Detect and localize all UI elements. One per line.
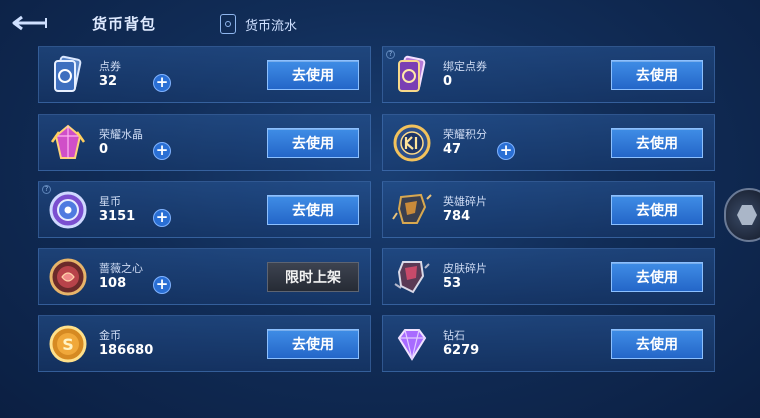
currency-card-diamond: 钻石 6279 去使用 xyxy=(382,315,715,372)
currency-card-star-coin: ? 星币 3151 + 去使用 xyxy=(38,181,371,238)
currency-card-gold-coin: S 金币 186680 去使用 xyxy=(38,315,371,372)
use-button[interactable]: 去使用 xyxy=(267,195,359,225)
use-button[interactable]: 去使用 xyxy=(267,60,359,90)
currency-amount: 0 xyxy=(443,74,453,89)
hero-fragment-icon xyxy=(391,189,433,231)
currency-amount: 0 xyxy=(99,142,109,157)
currency-amount: 784 xyxy=(443,209,471,224)
currency-amount: 6279 xyxy=(443,343,480,358)
back-button[interactable] xyxy=(12,12,52,34)
svg-text:S: S xyxy=(62,335,74,354)
currency-name: 点券 xyxy=(99,60,121,73)
use-button[interactable]: 去使用 xyxy=(267,128,359,158)
use-button[interactable]: 去使用 xyxy=(611,329,703,359)
add-voucher-button[interactable]: + xyxy=(153,74,171,92)
use-button[interactable]: 去使用 xyxy=(611,262,703,292)
hexagon-icon xyxy=(737,205,757,225)
bound-voucher-icon xyxy=(391,54,433,96)
currency-card-glory-points: 荣耀积分 47 + 去使用 xyxy=(382,114,715,171)
glory-crystal-icon xyxy=(47,122,89,164)
currency-amount: 108 xyxy=(99,276,127,291)
use-button[interactable]: 去使用 xyxy=(611,60,703,90)
currency-amount: 53 xyxy=(443,276,462,291)
currency-name: 钻石 xyxy=(443,329,465,342)
currency-name: 英雄碎片 xyxy=(443,195,487,208)
currency-card-glory-crystal: 荣耀水晶 0 + 去使用 xyxy=(38,114,371,171)
gold-coin-icon: S xyxy=(47,323,89,365)
currency-name: 荣耀水晶 xyxy=(99,128,143,141)
skin-fragment-icon xyxy=(391,256,433,298)
limited-time-button: 限时上架 xyxy=(267,262,359,292)
currency-amount: 32 xyxy=(99,74,118,89)
currency-name: 荣耀积分 xyxy=(443,128,487,141)
currency-ledger-link[interactable]: 货币流水 xyxy=(220,12,297,36)
currency-name: 绑定点券 xyxy=(443,60,487,73)
currency-card-hero-fragment: 英雄碎片 784 去使用 xyxy=(382,181,715,238)
rose-heart-icon xyxy=(47,256,89,298)
add-star-coin-button[interactable]: + xyxy=(153,209,171,227)
use-button[interactable]: 去使用 xyxy=(611,195,703,225)
currency-name: 皮肤碎片 xyxy=(443,262,487,275)
currency-card-skin-fragment: 皮肤碎片 53 去使用 xyxy=(382,248,715,305)
page-title: 货币背包 xyxy=(92,15,157,33)
currency-card-rose-heart: 蔷薇之心 108 + 限时上架 xyxy=(38,248,371,305)
currency-name: 星币 xyxy=(99,195,121,208)
currency-amount: 3151 xyxy=(99,209,136,224)
currency-amount: 47 xyxy=(443,142,462,157)
currency-name: 蔷薇之心 xyxy=(99,262,143,275)
diamond-icon xyxy=(391,323,433,365)
voucher-icon xyxy=(47,54,89,96)
currency-card-voucher: 点券 32 + 去使用 xyxy=(38,46,371,103)
star-coin-icon xyxy=(47,189,89,231)
currency-card-bound-voucher: ? 绑定点券 0 去使用 xyxy=(382,46,715,103)
top-bar: 货币背包 货币流水 xyxy=(0,0,760,44)
back-arrow-icon xyxy=(12,15,47,31)
add-rose-heart-button[interactable]: + xyxy=(153,276,171,294)
ledger-label: 货币流水 xyxy=(245,18,298,34)
ledger-icon xyxy=(220,14,236,34)
use-button[interactable]: 去使用 xyxy=(267,329,359,359)
currency-amount: 186680 xyxy=(99,343,154,358)
glory-points-icon xyxy=(391,122,433,164)
side-drawer-handle[interactable] xyxy=(724,188,760,242)
add-glory-crystal-button[interactable]: + xyxy=(153,142,171,160)
add-glory-points-button[interactable]: + xyxy=(497,142,515,160)
use-button[interactable]: 去使用 xyxy=(611,128,703,158)
currency-name: 金币 xyxy=(99,329,121,342)
